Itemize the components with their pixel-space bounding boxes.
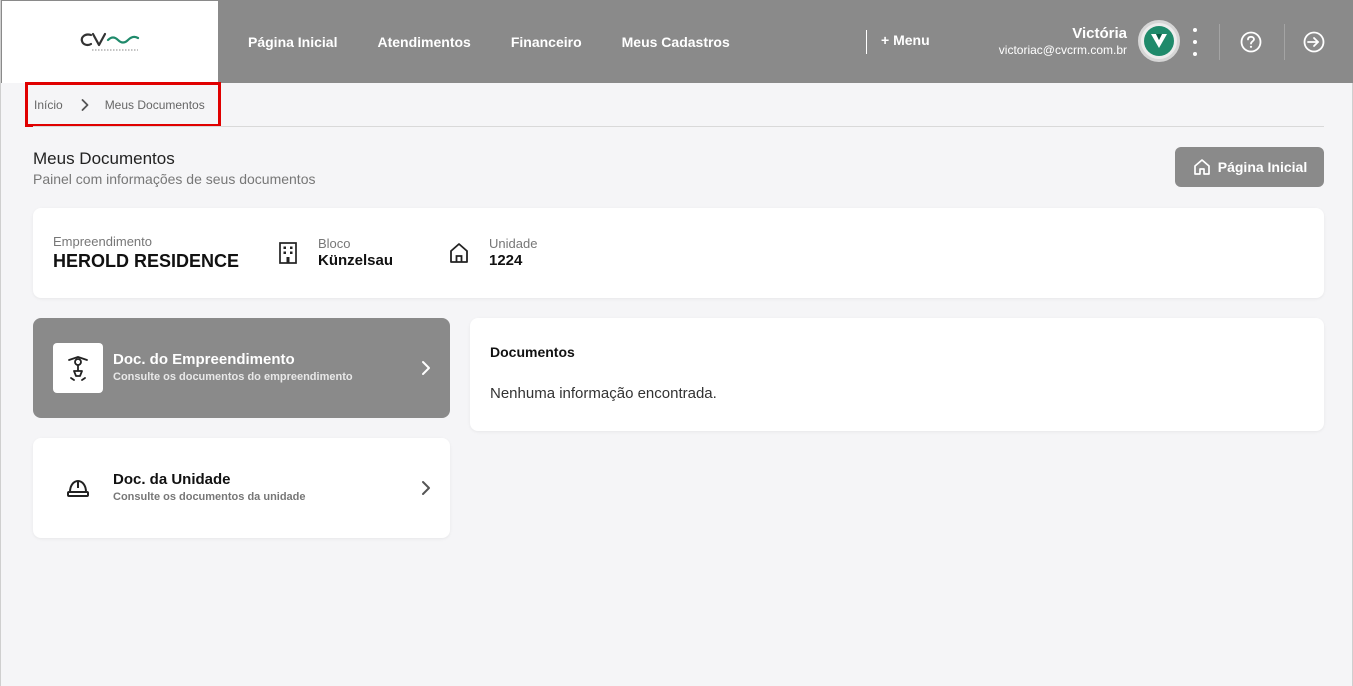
home-icon xyxy=(1193,159,1210,175)
home-icon xyxy=(448,241,470,270)
nav-meus-cadastros[interactable]: Meus Cadastros xyxy=(622,34,730,50)
breadcrumb-home[interactable]: Início xyxy=(34,98,63,112)
avatar[interactable] xyxy=(1138,20,1180,62)
doc-empreendimento-card[interactable]: Doc. do Empreendimento Consulte os docum… xyxy=(33,318,450,418)
doc-unidade-description: Consulte os documentos da unidade xyxy=(113,491,306,503)
home-button-label: Página Inicial xyxy=(1217,159,1308,175)
chevron-right-icon xyxy=(81,98,89,111)
user-email: victoriac@cvcrm.com.br xyxy=(998,43,1127,57)
doc-empreendimento-title: Doc. do Empreendimento xyxy=(113,351,295,368)
doc-unidade-card[interactable]: Doc. da Unidade Consulte os documentos d… xyxy=(33,438,450,538)
info-card: Empreendimento HEROLD RESIDENCE Bloco Kü… xyxy=(33,208,1324,298)
avatar-v-icon xyxy=(1151,34,1167,48)
bloco-value: Künzelsau xyxy=(318,252,394,269)
bloco-label: Bloco xyxy=(318,236,351,251)
page-title: Meus Documentos xyxy=(33,149,175,168)
doc-icon-box xyxy=(53,343,103,393)
crane-icon xyxy=(68,356,88,381)
doc-unidade-title: Doc. da Unidade xyxy=(113,471,231,488)
header-separator xyxy=(1284,24,1285,60)
building-icon xyxy=(277,241,299,270)
home-button[interactable]: Página Inicial xyxy=(1175,147,1324,187)
empreendimento-label: Empreendimento xyxy=(53,234,152,249)
help-icon[interactable] xyxy=(1239,30,1263,54)
unidade-label: Unidade xyxy=(489,236,538,251)
chevron-right-icon xyxy=(422,481,430,495)
logout-icon[interactable] xyxy=(1302,30,1326,54)
breadcrumb: Início Meus Documentos xyxy=(25,82,221,127)
nav-atendimentos[interactable]: Atendimentos xyxy=(377,34,470,50)
more-menu-button[interactable]: + Menu xyxy=(881,32,930,48)
unidade-value: 1224 xyxy=(489,252,523,269)
breadcrumb-current: Meus Documentos xyxy=(104,97,205,112)
kebab-menu-icon[interactable] xyxy=(1186,28,1204,56)
nav-divider xyxy=(866,30,867,54)
doc-empreendimento-description: Consulte os documentos do empreendimento xyxy=(113,371,353,383)
avatar-badge xyxy=(1144,26,1174,56)
hardhat-icon xyxy=(65,476,91,502)
main-nav: Página Inicial Atendimentos Financeiro M… xyxy=(248,0,770,83)
documents-title: Documentos xyxy=(490,344,575,360)
nav-financeiro[interactable]: Financeiro xyxy=(511,34,582,50)
page-subtitle: Painel com informações de seus documento… xyxy=(33,171,316,187)
chevron-right-icon xyxy=(422,361,430,375)
empreendimento-value: HEROLD RESIDENCE xyxy=(53,251,240,271)
logo-mark xyxy=(80,32,140,51)
nav-pagina-inicial[interactable]: Página Inicial xyxy=(248,34,337,50)
documents-panel: Documentos Nenhuma informação encontrada… xyxy=(470,318,1324,431)
divider xyxy=(33,126,1324,127)
user-name: Victória xyxy=(1072,25,1127,42)
top-bar: Página Inicial Atendimentos Financeiro M… xyxy=(1,0,1353,83)
header-separator xyxy=(1219,24,1220,60)
documents-empty-message: Nenhuma informação encontrada. xyxy=(490,385,717,402)
cvcrm-logo[interactable] xyxy=(2,1,218,83)
